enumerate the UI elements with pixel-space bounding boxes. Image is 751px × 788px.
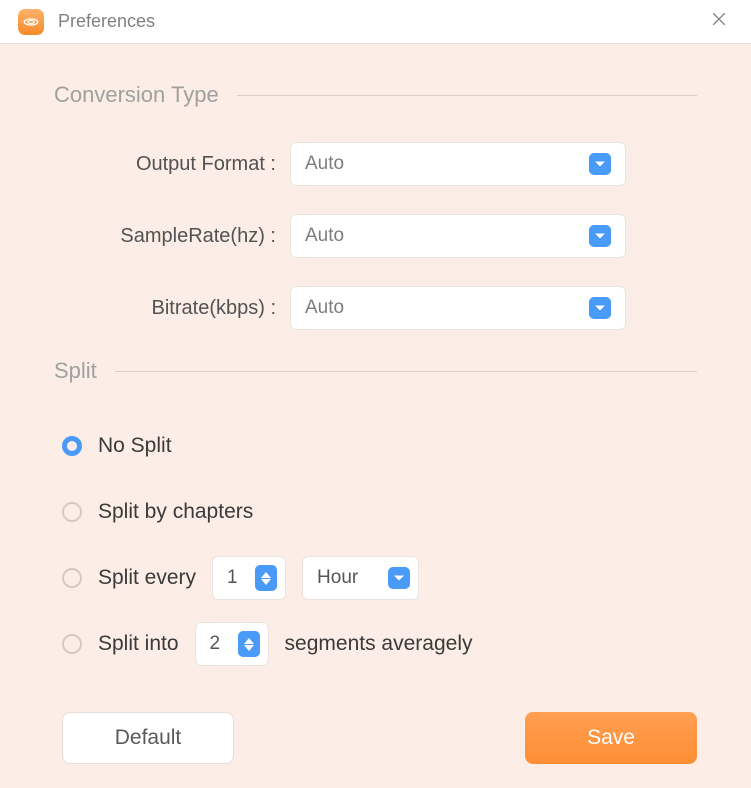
row-sample-rate: SampleRate(hz) : Auto (62, 214, 697, 258)
chevron-down-icon (388, 567, 410, 589)
section-conversion-head: Conversion Type (54, 82, 697, 108)
section-conversion-title: Conversion Type (54, 82, 219, 108)
label-output-format: Output Format : (62, 153, 290, 176)
dropdown-output-format[interactable]: Auto (290, 142, 626, 186)
chevron-down-icon (589, 153, 611, 175)
conversion-form: Output Format : Auto SampleRate(hz) : Au… (54, 142, 697, 330)
split-label: No Split (98, 434, 172, 458)
split-suffix: segments averagely (285, 632, 473, 656)
stepper-every-amount[interactable]: 1 (212, 556, 286, 600)
section-rule (115, 371, 697, 372)
row-output-format: Output Format : Auto (62, 142, 697, 186)
title-left: Preferences (18, 9, 155, 35)
chevron-down-icon (589, 297, 611, 319)
label-bitrate: Bitrate(kbps) : (62, 297, 290, 320)
section-split-head: Split (54, 358, 697, 384)
close-icon (709, 9, 729, 29)
close-button[interactable] (705, 5, 733, 38)
label-sample-rate: SampleRate(hz) : (62, 225, 290, 248)
stepper-value: 2 (210, 633, 228, 655)
radio-into[interactable] (62, 634, 82, 654)
split-label: Split into (98, 632, 179, 656)
stepper-buttons-icon[interactable] (238, 631, 260, 657)
dropdown-value: Auto (305, 153, 589, 175)
split-option-no-split[interactable]: No Split (62, 424, 697, 468)
split-option-into[interactable]: Split into 2 segments averagely (62, 622, 697, 666)
stepper-buttons-icon[interactable] (255, 565, 277, 591)
content: Conversion Type Output Format : Auto Sam… (0, 44, 751, 788)
app-icon (18, 9, 44, 35)
dropdown-value: Auto (305, 297, 589, 319)
radio-by-chapters[interactable] (62, 502, 82, 522)
stepper-value: 1 (227, 567, 245, 589)
dropdown-every-unit[interactable]: Hour (302, 556, 419, 600)
radio-no-split[interactable] (62, 436, 82, 456)
section-split-title: Split (54, 358, 97, 384)
default-button[interactable]: Default (62, 712, 234, 764)
split-option-by-chapters[interactable]: Split by chapters (62, 490, 697, 534)
dropdown-sample-rate[interactable]: Auto (290, 214, 626, 258)
split-label: Split by chapters (98, 500, 253, 524)
split-label: Split every (98, 566, 196, 590)
split-options: No Split Split by chapters Split every 1… (54, 424, 697, 666)
unit-value: Hour (317, 567, 358, 589)
split-option-every[interactable]: Split every 1 Hour (62, 556, 697, 600)
radio-every[interactable] (62, 568, 82, 588)
save-button[interactable]: Save (525, 712, 697, 764)
window-title: Preferences (58, 11, 155, 32)
dropdown-value: Auto (305, 225, 589, 247)
stepper-into-amount[interactable]: 2 (195, 622, 269, 666)
dropdown-bitrate[interactable]: Auto (290, 286, 626, 330)
row-bitrate: Bitrate(kbps) : Auto (62, 286, 697, 330)
chevron-down-icon (589, 225, 611, 247)
section-rule (237, 95, 697, 96)
footer: Default Save (54, 712, 697, 764)
titlebar: Preferences (0, 0, 751, 44)
